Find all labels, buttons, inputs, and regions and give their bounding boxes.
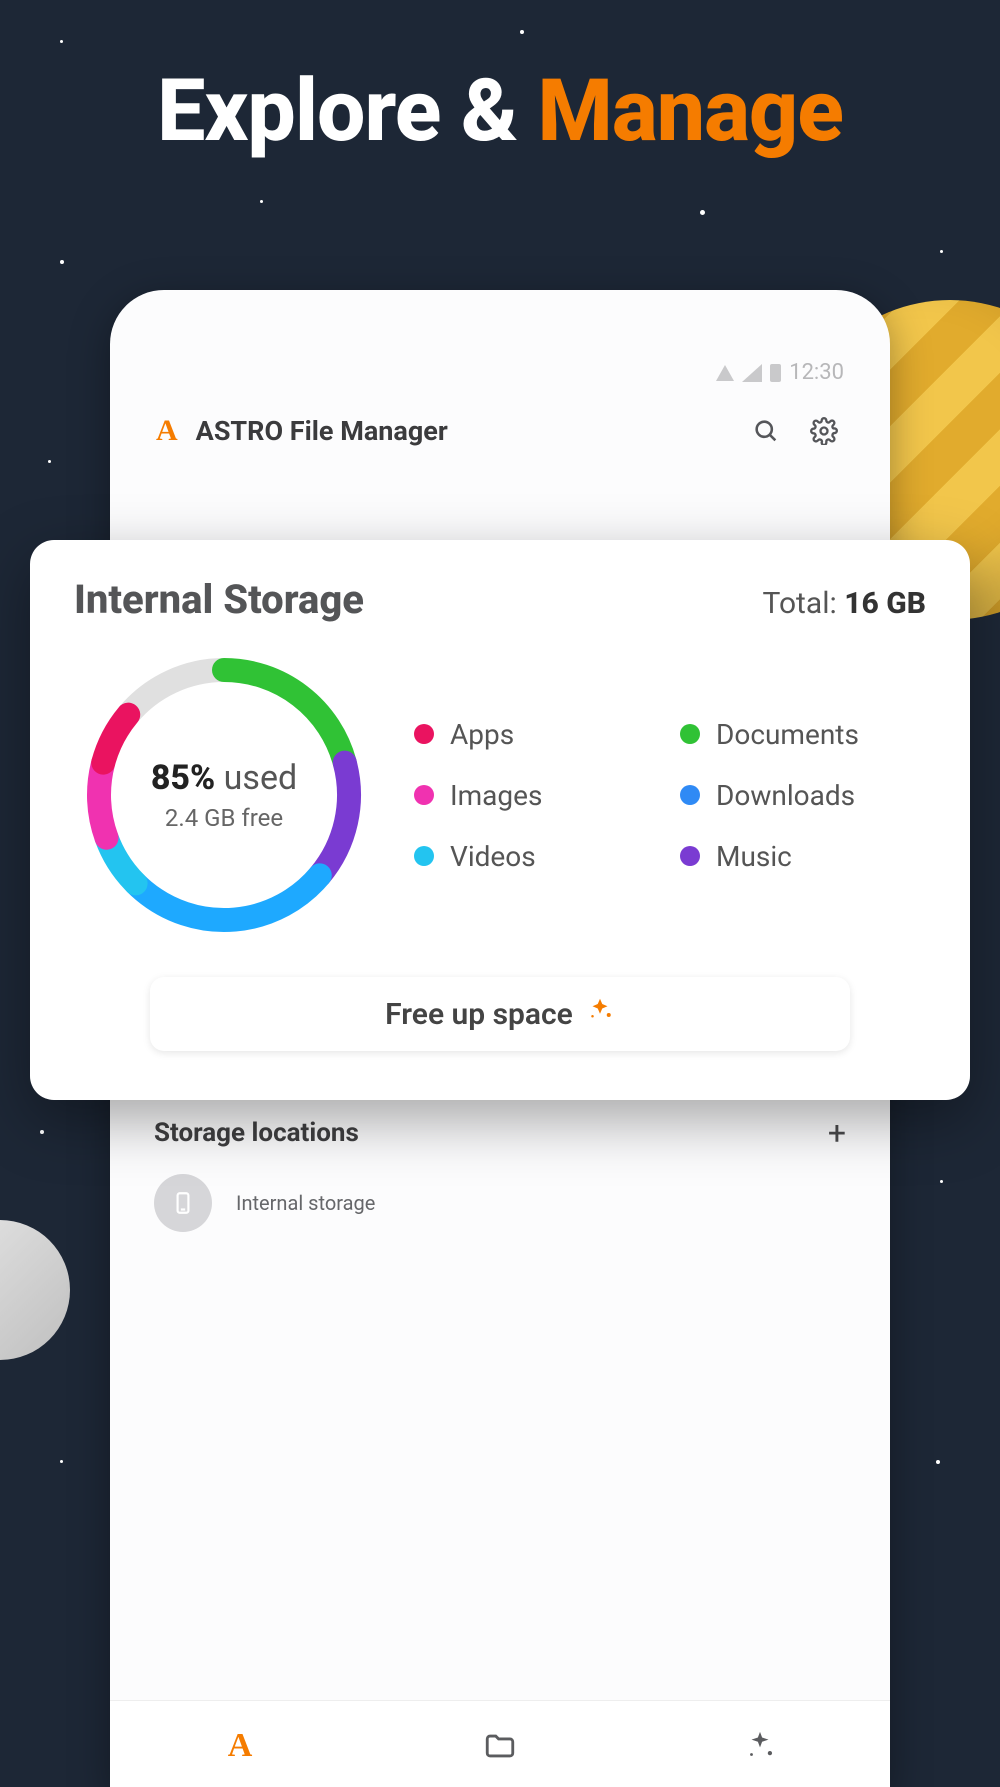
gear-icon [810, 417, 838, 445]
legend-dot-icon [680, 785, 700, 805]
battery-icon [770, 364, 781, 382]
free-up-space-button[interactable]: Free up space [150, 977, 850, 1051]
nav-home-button[interactable]: A [219, 1725, 261, 1767]
nav-files-button[interactable] [479, 1725, 521, 1767]
settings-button[interactable] [804, 411, 844, 451]
legend-dot-icon [414, 785, 434, 805]
status-bar: 12:30 [110, 360, 890, 393]
folder-icon [483, 1729, 517, 1763]
nav-clean-button[interactable] [739, 1725, 781, 1767]
add-location-button[interactable]: + [828, 1114, 846, 1152]
signal-icon [742, 364, 762, 382]
marketing-headline: Explore & Manage [0, 60, 1000, 161]
legend-dot-icon [414, 724, 434, 744]
storage-summary-card: Internal Storage Total: 16 GB 85% used 2… [30, 540, 970, 1100]
legend-item: Videos [414, 840, 660, 873]
legend-label: Videos [450, 840, 536, 873]
storage-percent: 85% used [151, 758, 297, 798]
app-logo-icon: A [156, 414, 178, 448]
app-bar: A ASTRO File Manager [110, 393, 890, 461]
phone-storage-icon [154, 1174, 212, 1232]
sparkle-icon [743, 1729, 777, 1763]
wifi-icon [716, 365, 734, 381]
location-label: Internal storage [236, 1191, 375, 1215]
legend-label: Apps [450, 718, 514, 751]
legend-item: Music [680, 840, 926, 873]
legend-item: Documents [680, 718, 926, 751]
legend-dot-icon [414, 846, 434, 866]
legend-label: Downloads [716, 779, 855, 812]
storage-legend: Apps Documents Images Downloads Videos Music [414, 718, 926, 873]
headline-part1: Explore & [157, 60, 537, 161]
legend-label: Documents [716, 718, 859, 751]
storage-title: Internal Storage [74, 576, 364, 623]
app-title: ASTRO File Manager [196, 415, 728, 447]
location-row[interactable]: Internal storage [142, 1168, 858, 1238]
legend-dot-icon [680, 846, 700, 866]
free-up-space-label: Free up space [385, 997, 573, 1032]
sparkle-icon [585, 995, 615, 1033]
bottom-nav: A [110, 1700, 890, 1787]
status-time: 12:30 [789, 360, 844, 385]
legend-item: Apps [414, 718, 660, 751]
legend-item: Downloads [680, 779, 926, 812]
planet-decoration [0, 1220, 70, 1360]
search-icon [752, 417, 780, 445]
legend-dot-icon [680, 724, 700, 744]
app-logo-icon: A [228, 1727, 253, 1765]
search-button[interactable] [746, 411, 786, 451]
storage-total: Total: 16 GB [763, 586, 927, 621]
storage-usage-ring: 85% used 2.4 GB free [74, 645, 374, 945]
headline-part2: Manage [538, 60, 843, 161]
locations-title: Storage locations [154, 1118, 359, 1148]
legend-item: Images [414, 779, 660, 812]
legend-label: Images [450, 779, 542, 812]
legend-label: Music [716, 840, 792, 873]
storage-free: 2.4 GB free [165, 804, 283, 832]
